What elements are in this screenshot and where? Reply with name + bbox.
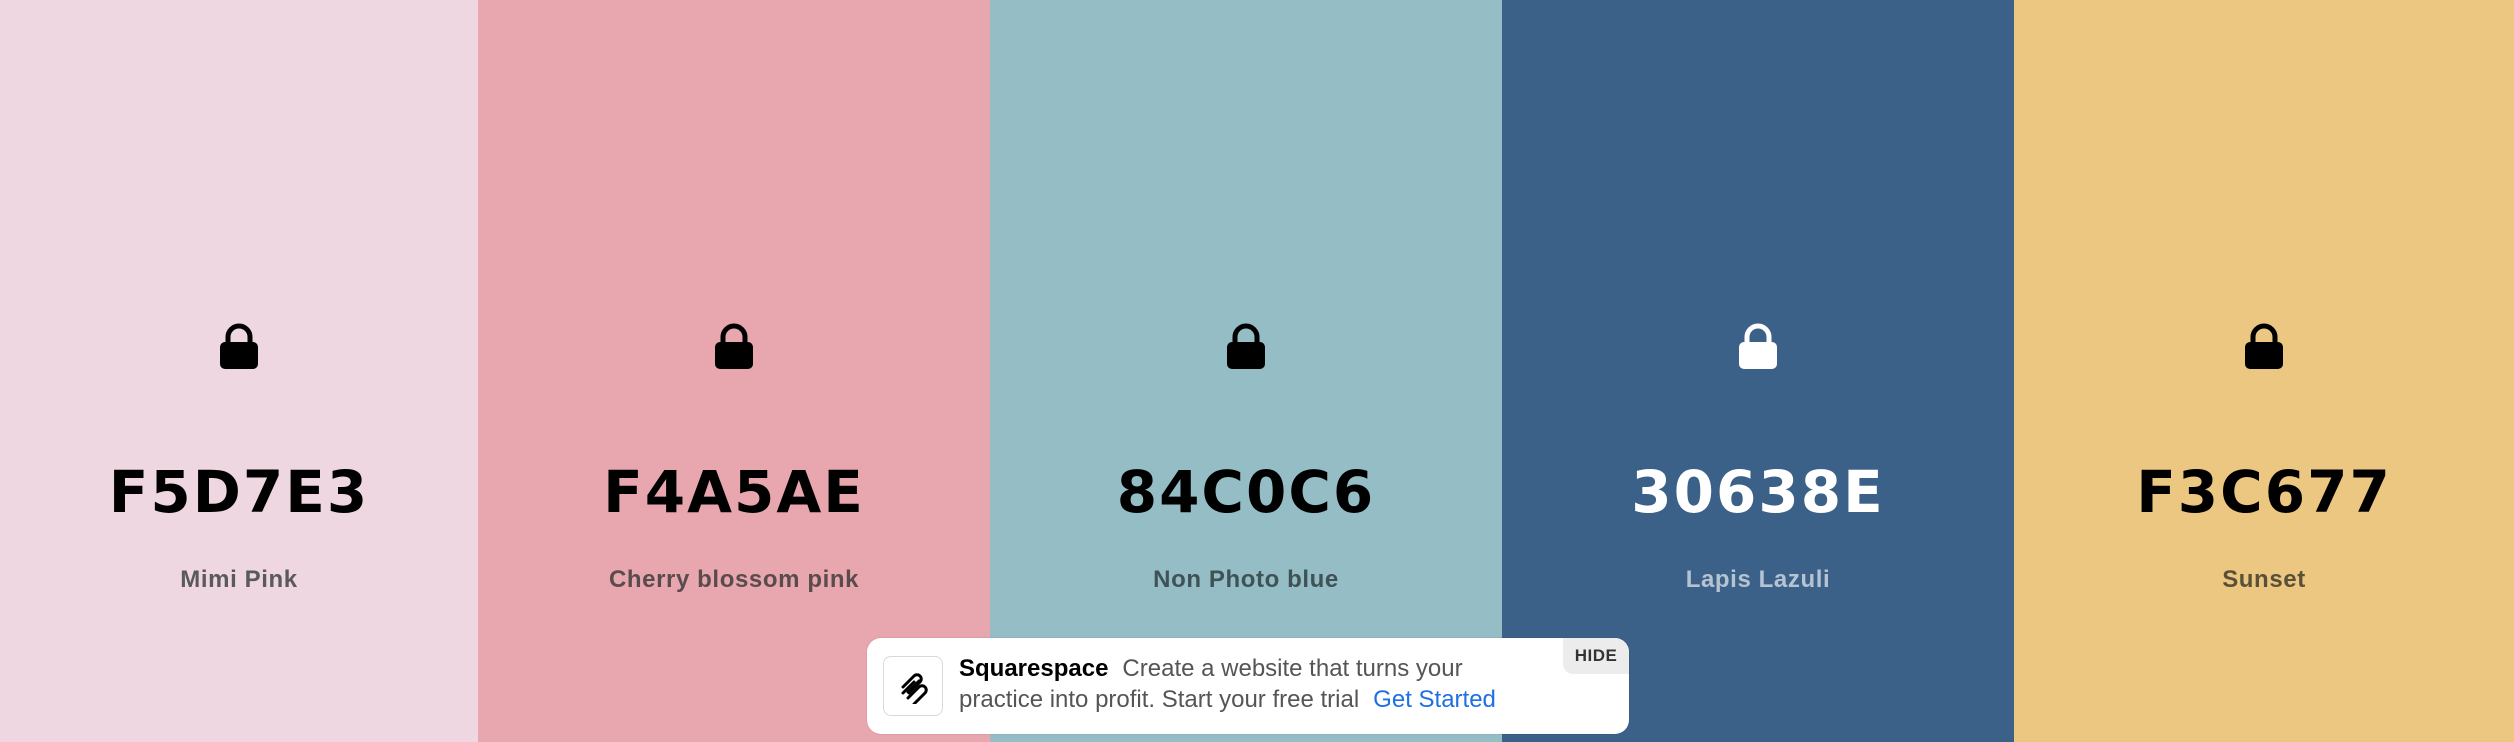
- lock-icon[interactable]: [2241, 322, 2287, 370]
- ad-brand: Squarespace: [959, 655, 1109, 682]
- color-swatch-lapis-lazuli[interactable]: 30638E Lapis Lazuli: [1502, 0, 2014, 742]
- ad-text-block: Squarespace Create a website that turns y…: [959, 653, 1519, 715]
- color-name: Non Photo blue: [1153, 566, 1339, 593]
- color-swatch-cherry-blossom-pink[interactable]: F4A5AE Cherry blossom pink: [478, 0, 990, 742]
- color-hex[interactable]: F4A5AE: [478, 452, 990, 532]
- squarespace-logo-icon[interactable]: [883, 656, 943, 716]
- color-hex[interactable]: 84C0C6: [990, 452, 1502, 532]
- lock-icon[interactable]: [711, 322, 757, 370]
- color-name: Sunset: [2222, 566, 2306, 593]
- get-started-link[interactable]: Get Started: [1373, 686, 1496, 713]
- color-name: Lapis Lazuli: [1685, 566, 1831, 593]
- lock-icon[interactable]: [1223, 322, 1269, 370]
- color-name: Mimi Pink: [180, 566, 298, 593]
- ad-card[interactable]: Squarespace Create a website that turns y…: [867, 638, 1629, 734]
- lock-icon[interactable]: [1735, 322, 1781, 370]
- color-swatch-sunset[interactable]: F3C677 Sunset: [2014, 0, 2514, 742]
- color-name: Cherry blossom pink: [608, 566, 860, 593]
- hide-ad-button[interactable]: HIDE: [1563, 638, 1629, 674]
- color-hex[interactable]: F3C677: [2014, 452, 2514, 532]
- palette: F5D7E3 Mimi Pink F4A5AE Cherry blossom p…: [0, 0, 2514, 742]
- color-swatch-mimi-pink[interactable]: F5D7E3 Mimi Pink: [0, 0, 478, 742]
- color-hex[interactable]: 30638E: [1502, 452, 2014, 532]
- color-swatch-non-photo-blue[interactable]: 84C0C6 Non Photo blue: [990, 0, 1502, 742]
- lock-icon[interactable]: [216, 322, 262, 370]
- color-hex[interactable]: F5D7E3: [0, 452, 478, 532]
